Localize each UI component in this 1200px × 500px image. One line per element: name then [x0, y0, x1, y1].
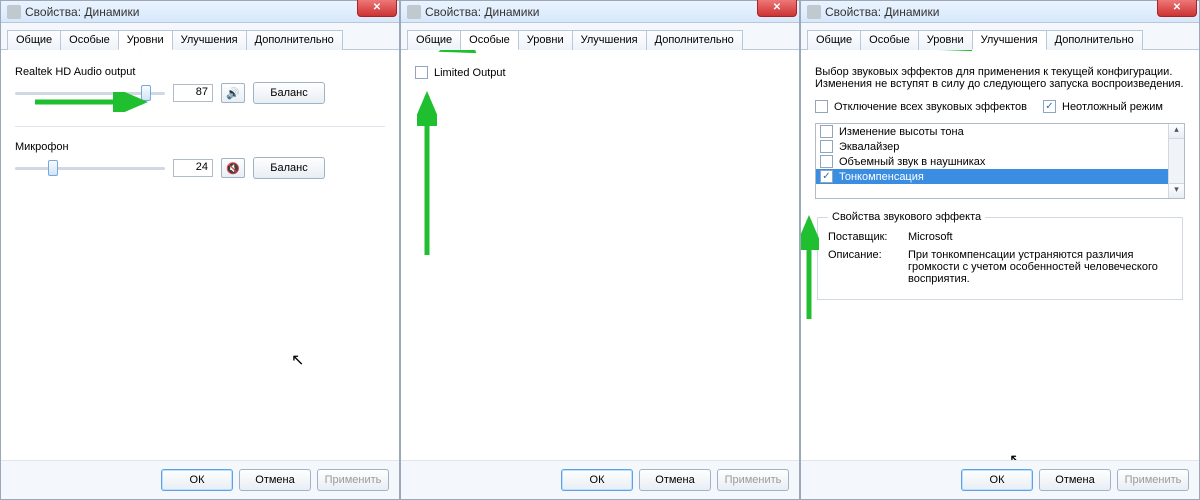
speaker-muted-icon: 🔇	[226, 162, 240, 175]
close-button[interactable]: ✕	[357, 0, 397, 17]
apply-button[interactable]: Применить	[1117, 469, 1189, 491]
speaker-icon	[7, 5, 21, 19]
tab-enhancements[interactable]: Улучшения	[972, 30, 1047, 50]
mic-device-label: Микрофон	[15, 141, 385, 153]
description-value: При тонкомпенсации устраняются различия …	[908, 249, 1172, 285]
annotation-arrow-icon	[131, 50, 211, 54]
tab-content: Limited Output	[401, 50, 799, 460]
dialog-buttons: ОК Отмена Применить	[401, 460, 799, 499]
mic-balance-button[interactable]: Баланс	[253, 157, 325, 179]
annotation-arrow-icon	[417, 90, 437, 260]
effects-list[interactable]: Изменение высоты тона Эквалайзер Объемны…	[815, 123, 1185, 199]
checkbox-label: Limited Output	[434, 67, 506, 79]
effect-label: Изменение высоты тона	[839, 126, 964, 138]
effect-properties-group: Свойства звукового эффекта Поставщик: Mi…	[817, 211, 1183, 300]
mic-volume-value[interactable]: 24	[173, 159, 213, 177]
output-mute-button[interactable]: 🔊	[221, 83, 245, 103]
titlebar[interactable]: Свойства: Динамики ✕	[401, 1, 799, 23]
output-volume-slider[interactable]	[15, 83, 165, 103]
apply-button[interactable]: Применить	[717, 469, 789, 491]
intro-text: Выбор звуковых эффектов для применения к…	[815, 66, 1185, 90]
window-enhancements: Свойства: Динамики ✕ Общие Особые Уровни…	[800, 0, 1200, 500]
checkbox-label: Неотложный режим	[1062, 101, 1163, 113]
effect-item[interactable]: Изменение высоты тона	[816, 124, 1184, 139]
tab-advanced[interactable]: Дополнительно	[1046, 30, 1143, 50]
ok-button[interactable]: ОК	[561, 469, 633, 491]
mic-device-group: Микрофон 24 🔇 Баланс	[15, 141, 385, 179]
tab-advanced[interactable]: Дополнительно	[246, 30, 343, 50]
mic-volume-slider[interactable]	[15, 158, 165, 178]
checkbox-icon	[415, 66, 428, 79]
titlebar[interactable]: Свойства: Динамики ✕	[1, 1, 399, 23]
cancel-button[interactable]: Отмена	[239, 469, 311, 491]
effect-item[interactable]: Объемный звук в наушниках	[816, 154, 1184, 169]
tab-strip: Общие Особые Уровни Улучшения Дополнител…	[801, 23, 1199, 50]
close-button[interactable]: ✕	[1157, 0, 1197, 17]
effect-label: Объемный звук в наушниках	[839, 156, 985, 168]
speaker-icon	[407, 5, 421, 19]
window-title: Свойства: Динамики	[825, 5, 939, 19]
provider-value: Microsoft	[908, 231, 1172, 243]
scroll-down-icon[interactable]: ▾	[1169, 183, 1184, 198]
tab-strip: Общие Особые Уровни Улучшения Дополнител…	[401, 23, 799, 50]
tab-custom[interactable]: Особые	[60, 30, 119, 50]
window-title: Свойства: Динамики	[425, 5, 539, 19]
ok-button[interactable]: ОК	[161, 469, 233, 491]
effect-label: Эквалайзер	[839, 141, 899, 153]
effect-item[interactable]: Тонкомпенсация	[816, 169, 1184, 184]
urgent-mode-checkbox[interactable]: Неотложный режим	[1043, 100, 1163, 113]
output-balance-button[interactable]: Баланс	[253, 82, 325, 104]
apply-button[interactable]: Применить	[317, 469, 389, 491]
tab-advanced[interactable]: Дополнительно	[646, 30, 743, 50]
dialog-buttons: ОК Отмена Применить	[801, 460, 1199, 499]
description-key: Описание:	[828, 249, 898, 285]
mouse-cursor-icon: ↖	[1009, 450, 1022, 460]
tab-general[interactable]: Общие	[7, 30, 61, 50]
effect-properties-legend: Свойства звукового эффекта	[828, 211, 985, 223]
tab-content: Realtek HD Audio output 87 🔊 Баланс Микр…	[1, 50, 399, 460]
tab-enhancements[interactable]: Улучшения	[172, 30, 247, 50]
tab-levels[interactable]: Уровни	[918, 30, 973, 50]
cancel-button[interactable]: Отмена	[1039, 469, 1111, 491]
output-volume-value[interactable]: 87	[173, 84, 213, 102]
checkbox-icon	[815, 100, 828, 113]
tab-general[interactable]: Общие	[807, 30, 861, 50]
tab-strip: Общие Особые Уровни Улучшения Дополнител…	[1, 23, 399, 50]
disable-all-effects-checkbox[interactable]: Отключение всех звуковых эффектов	[815, 100, 1027, 113]
output-device-label: Realtek HD Audio output	[15, 66, 385, 78]
window-title: Свойства: Динамики	[25, 5, 139, 19]
tab-enhancements[interactable]: Улучшения	[572, 30, 647, 50]
tab-levels[interactable]: Уровни	[518, 30, 573, 50]
speaker-icon	[807, 5, 821, 19]
checkbox-label: Отключение всех звуковых эффектов	[834, 101, 1027, 113]
ok-button[interactable]: ОК	[961, 469, 1033, 491]
provider-key: Поставщик:	[828, 231, 898, 243]
scroll-up-icon[interactable]: ▴	[1169, 124, 1184, 139]
effect-label: Тонкомпенсация	[839, 171, 924, 183]
titlebar[interactable]: Свойства: Динамики ✕	[801, 1, 1199, 23]
limited-output-checkbox[interactable]: Limited Output	[415, 66, 506, 79]
tab-custom[interactable]: Особые	[860, 30, 919, 50]
output-device-group: Realtek HD Audio output 87 🔊 Баланс	[15, 66, 385, 104]
effect-item[interactable]: Эквалайзер	[816, 139, 1184, 154]
tab-content: Выбор звуковых эффектов для применения к…	[801, 50, 1199, 460]
mic-mute-button[interactable]: 🔇	[221, 158, 245, 178]
tab-custom[interactable]: Особые	[460, 30, 519, 50]
tab-levels[interactable]: Уровни	[118, 30, 173, 50]
mouse-cursor-icon: ↖	[291, 350, 304, 370]
window-custom: Свойства: Динамики ✕ Общие Особые Уровни…	[400, 0, 800, 500]
tab-general[interactable]: Общие	[407, 30, 461, 50]
annotation-arrow-icon	[435, 50, 525, 56]
close-button[interactable]: ✕	[757, 0, 797, 17]
speaker-on-icon: 🔊	[226, 87, 240, 100]
cancel-button[interactable]: Отмена	[639, 469, 711, 491]
scrollbar[interactable]: ▴ ▾	[1168, 124, 1184, 198]
checkbox-icon	[1043, 100, 1056, 113]
dialog-buttons: ОК Отмена Применить	[1, 460, 399, 499]
annotation-arrow-icon	[931, 50, 1021, 54]
window-levels: Свойства: Динамики ✕ Общие Особые Уровни…	[0, 0, 400, 500]
divider	[15, 126, 385, 127]
